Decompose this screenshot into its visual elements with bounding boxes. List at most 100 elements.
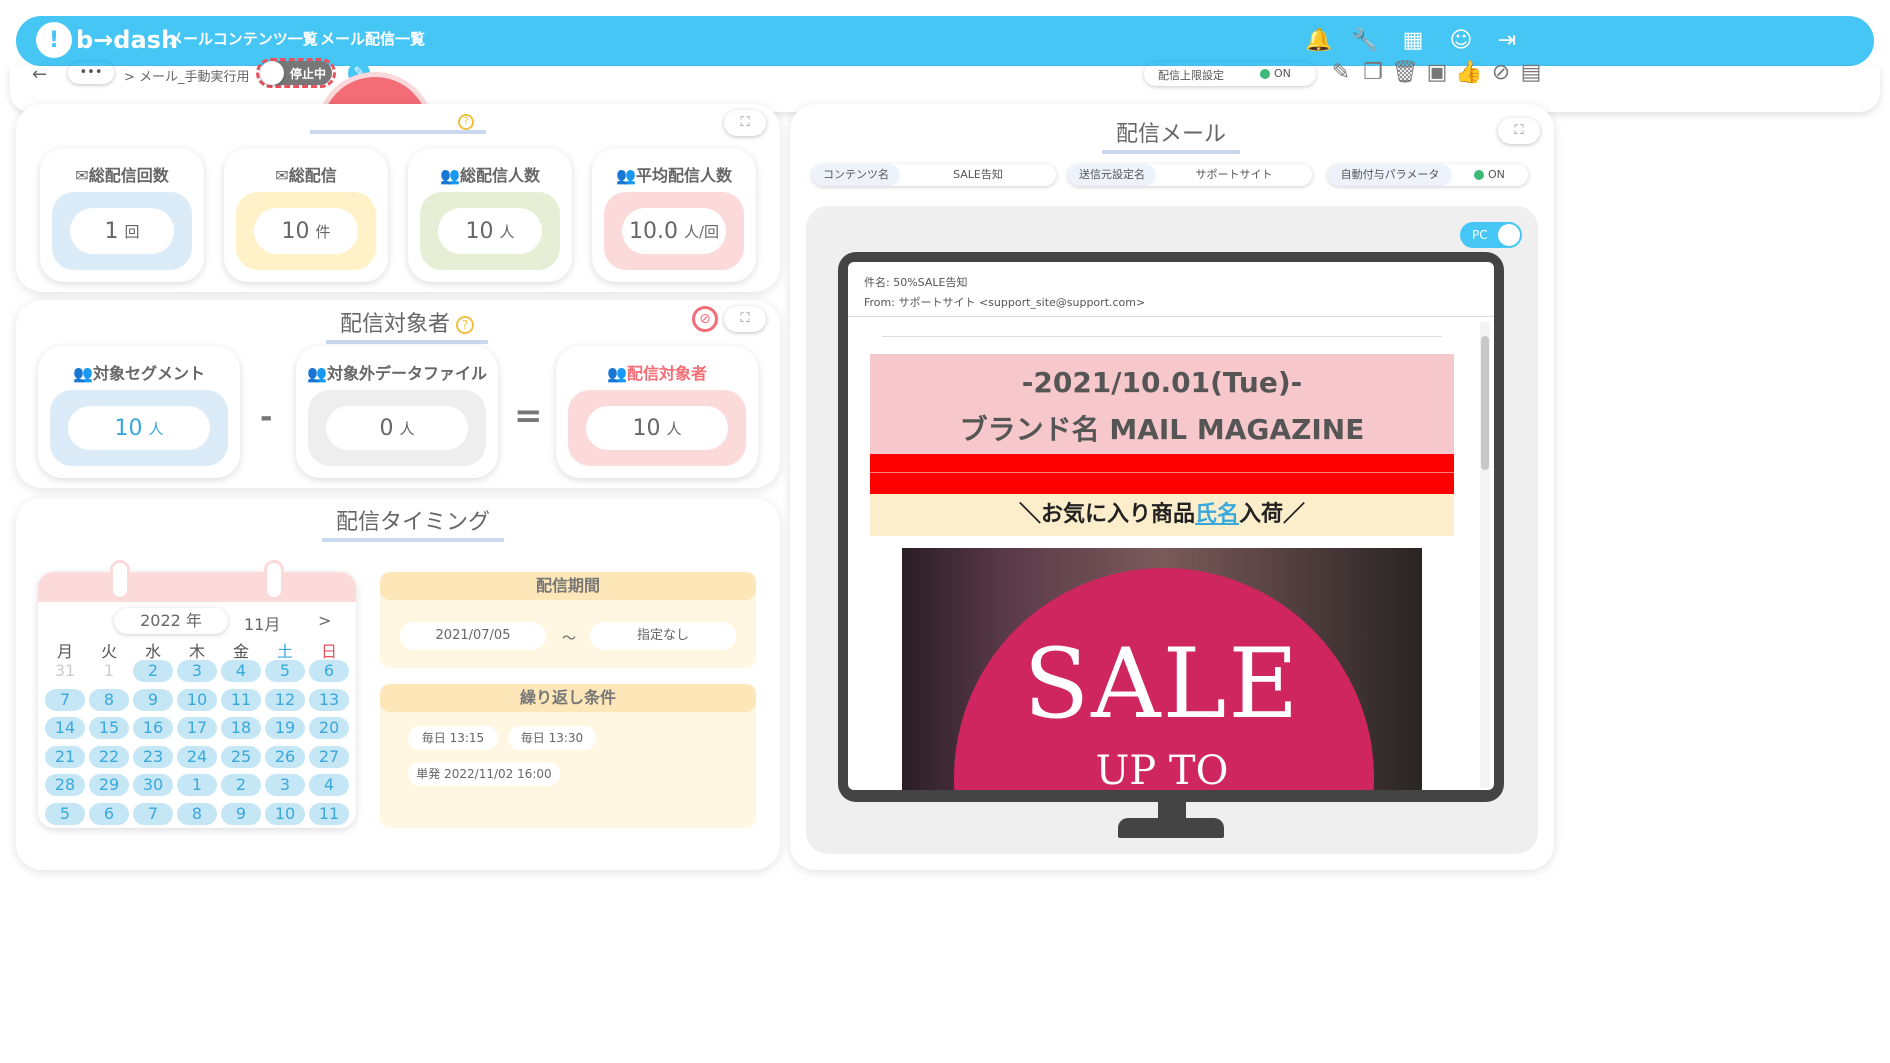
calendar-day[interactable]: 4 — [309, 774, 349, 796]
expand-button[interactable]: ⛶ — [1498, 118, 1540, 144]
calendar-day[interactable]: 20 — [309, 717, 349, 739]
no-entry-icon[interactable]: ⊘ — [692, 306, 718, 332]
expand-button[interactable]: ⛶ — [724, 306, 766, 332]
calendar-day[interactable]: 16 — [133, 717, 173, 739]
nav-mail-content-list[interactable]: メールコンテンツ一覧 — [168, 28, 318, 49]
calendar-day[interactable]: 23 — [133, 745, 173, 768]
calendar-day[interactable]: 27 — [309, 745, 349, 768]
calendar-day[interactable]: 9 — [133, 688, 173, 711]
back-arrow-icon[interactable]: ← — [32, 64, 47, 85]
grid-icon[interactable]: ▦ — [1398, 26, 1428, 56]
calendar-day[interactable]: 6 — [89, 802, 129, 825]
calendar-day[interactable]: 5 — [45, 802, 85, 825]
scrollbar[interactable] — [1480, 322, 1490, 788]
calendar-day[interactable]: 24 — [177, 745, 217, 768]
delivery-limit-control[interactable]: 配信上限設定 ON — [1144, 62, 1316, 86]
edit-icon[interactable]: ✎ — [1326, 60, 1356, 85]
calendar-day[interactable]: 3 — [265, 774, 305, 796]
value-display: 10 人 — [68, 406, 210, 450]
app-logo[interactable]: ! b→dash — [36, 20, 178, 60]
calendar-day[interactable]: 2 — [133, 660, 173, 682]
archive-icon[interactable]: ▣ — [1422, 60, 1452, 85]
calendar-day[interactable]: 2 — [221, 774, 261, 796]
calendar-day[interactable]: 21 — [45, 745, 85, 768]
wrench-icon[interactable]: 🔧 — [1350, 26, 1380, 56]
trash-icon[interactable]: 🗑 — [1390, 60, 1420, 85]
auto-param-tag: 自動付与パラメータ ON — [1328, 164, 1528, 186]
nav-mail-delivery-list[interactable]: メール配信一覧 — [320, 28, 425, 49]
name-placeholder-link[interactable]: 氏名 — [1195, 502, 1239, 527]
calendar-day[interactable]: 6 — [309, 660, 349, 682]
next-month-button[interactable]: > — [318, 611, 331, 630]
mail-subject: 件名: 50%SALE告知 — [864, 276, 968, 289]
value-box: 10 人 — [420, 192, 560, 270]
thumbs-up-icon[interactable]: 👍 — [1454, 60, 1484, 85]
calendar-header-band — [38, 572, 356, 602]
expand-button[interactable]: ⛶ — [724, 110, 766, 136]
calendar-day[interactable]: 1 — [89, 660, 129, 682]
calendar-day[interactable]: 11 — [221, 688, 261, 711]
calendar-day[interactable]: 10 — [177, 688, 217, 711]
help-icon[interactable]: ? — [456, 316, 475, 334]
calendar-day[interactable]: 7 — [133, 802, 173, 825]
summary-card[interactable]: 👥平均配信人数 10.0 人/回 — [592, 148, 756, 282]
year-select[interactable]: 2022 年 — [114, 608, 228, 634]
calendar-day[interactable]: 11 — [309, 802, 349, 825]
calendar-day[interactable]: 1 — [177, 774, 217, 796]
card-label: 👥配信対象者 — [607, 364, 707, 383]
device-toggle[interactable]: PC — [1460, 222, 1522, 248]
excluded-datafile-card[interactable]: 👥対象外データファイル 0人 — [296, 346, 498, 478]
calendar-day[interactable]: 8 — [177, 802, 217, 825]
value-display: 10 人 — [586, 406, 728, 450]
summary-card[interactable]: 👥総配信人数 10 人 — [408, 148, 572, 282]
tag-label: 送信元設定名 — [1068, 164, 1156, 186]
calendar-day[interactable]: 26 — [265, 745, 305, 768]
calendar-day[interactable]: 28 — [45, 774, 85, 796]
month-select[interactable]: 11月 — [244, 611, 280, 635]
calendar-day[interactable]: 18 — [221, 717, 261, 739]
disabled-icon[interactable]: ⊘ — [1486, 60, 1516, 85]
calendar-ring — [110, 560, 130, 600]
delivery-target-card[interactable]: 👥配信対象者 10 人 — [556, 346, 758, 478]
audience-title: 配信対象者? — [326, 306, 489, 344]
scrollbar-thumb[interactable] — [1481, 336, 1489, 470]
calendar-day[interactable]: 5 — [265, 660, 305, 682]
calendar-day[interactable]: 29 — [89, 774, 129, 796]
calendar-day[interactable]: 19 — [265, 717, 305, 739]
calendar-day[interactable]: 14 — [45, 717, 85, 739]
document-icon[interactable]: ▤ — [1516, 60, 1546, 85]
summary-card[interactable]: ✉総配信 10 件 — [224, 148, 388, 282]
mail-banner: -2021/10.01(Tue)- ブランド名 MAIL MAGAZINE — [870, 354, 1454, 454]
breadcrumb: > メール_手動実行用 — [124, 70, 250, 85]
calendar-day[interactable]: 22 — [89, 745, 129, 768]
calendar-day[interactable]: 3 — [177, 660, 217, 682]
support-icon[interactable]: ☺ — [1446, 26, 1476, 56]
calendar-day[interactable]: 7 — [45, 688, 85, 711]
upto-text: UP TO — [1095, 748, 1229, 790]
summary-card[interactable]: ✉総配信回数 1回 — [40, 148, 204, 282]
calendar-day[interactable]: 15 — [89, 717, 129, 739]
status-toggle[interactable]: 停止中 — [260, 61, 332, 85]
calendar-day[interactable]: 17 — [177, 717, 217, 739]
calendar-day[interactable]: 8 — [89, 688, 129, 711]
calendar-day[interactable]: 12 — [265, 688, 305, 711]
calendar-day[interactable]: 30 — [133, 774, 173, 796]
delivery-limit-label: 配信上限設定 — [1158, 69, 1224, 82]
logout-icon[interactable]: ⇥ — [1492, 26, 1522, 56]
calendar-day[interactable]: 31 — [45, 660, 85, 682]
tag-label: コンテンツ名 — [812, 164, 900, 186]
calendar-day[interactable]: 10 — [265, 802, 305, 825]
copy-icon[interactable]: ❐ — [1358, 60, 1388, 85]
calendar-day[interactable]: 9 — [221, 802, 261, 825]
divider — [848, 316, 1494, 317]
target-segment-card[interactable]: 👥対象セグメント 10 人 — [38, 346, 240, 478]
repeat-item: 毎日 13:30 — [508, 726, 596, 750]
bell-icon[interactable]: 🔔 — [1304, 26, 1334, 56]
calendar-day[interactable]: 25 — [221, 745, 261, 768]
period-end-field[interactable]: 指定なし — [590, 622, 736, 650]
more-button[interactable]: ••• — [68, 62, 114, 84]
help-icon[interactable]: ? — [458, 114, 474, 130]
period-start-field[interactable]: 2021/07/05 — [400, 622, 546, 650]
calendar-day[interactable]: 13 — [309, 688, 349, 711]
calendar-day[interactable]: 4 — [221, 660, 261, 682]
